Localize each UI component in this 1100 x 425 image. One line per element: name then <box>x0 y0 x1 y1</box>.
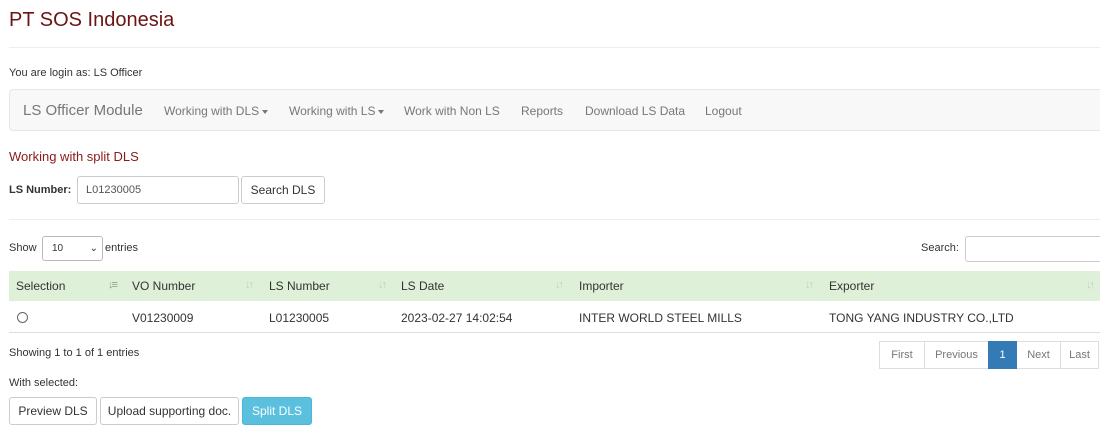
entries-label: entries <box>105 242 139 254</box>
chevron-down-icon: ⌄ <box>89 243 98 254</box>
page-last-button[interactable]: Last <box>1060 341 1099 369</box>
divider <box>9 219 1100 220</box>
cell-importer: INTER WORLD STEEL MILLS <box>579 311 742 325</box>
table-row[interactable]: V01230009 L01230005 2023-02-27 14:02:54 … <box>9 302 1100 333</box>
sort-asc-icon: ↓≡ <box>108 279 118 291</box>
split-dls-button[interactable]: Split DLS <box>242 397 312 425</box>
sort-icon: ↓↑ <box>805 279 814 291</box>
page-first-button[interactable]: First <box>879 341 925 369</box>
cell-ls-date: 2023-02-27 14:02:54 <box>401 311 513 325</box>
login-status: You are login as: LS Officer <box>9 67 143 79</box>
site-title: PT SOS Indonesia <box>9 9 175 31</box>
sort-icon: ↓↑ <box>378 279 387 291</box>
nav-brand[interactable]: LS Officer Module <box>23 102 143 119</box>
column-importer[interactable]: Importer <box>579 271 624 301</box>
nav-working-with-ls[interactable]: Working with LS <box>289 104 385 118</box>
table-search-input[interactable] <box>965 236 1100 262</box>
column-vo-number[interactable]: VO Number <box>132 271 195 301</box>
column-exporter[interactable]: Exporter <box>829 271 874 301</box>
entries-length-value: 10 <box>52 243 64 254</box>
row-select-radio[interactable] <box>17 312 28 323</box>
table-header: Selection ↓≡ VO Number ↓↑ LS Number ↓↑ L… <box>9 271 1100 301</box>
navbar: LS Officer Module Working with DLS Worki… <box>9 89 1100 131</box>
cell-ls-number: L01230005 <box>269 311 330 325</box>
upload-supporting-doc-button[interactable]: Upload supporting doc. <box>100 397 239 425</box>
page-next-button[interactable]: Next <box>1016 341 1061 369</box>
with-selected-label: With selected: <box>9 377 79 389</box>
column-selection[interactable]: Selection <box>16 271 65 301</box>
ls-number-input[interactable] <box>77 176 239 204</box>
search-dls-button[interactable]: Search DLS <box>241 176 325 204</box>
sort-icon: ↓↑ <box>245 279 254 291</box>
sort-icon: ↓↑ <box>1086 279 1095 291</box>
nav-logout[interactable]: Logout <box>705 104 742 118</box>
column-ls-date[interactable]: LS Date <box>401 271 444 301</box>
cell-exporter: TONG YANG INDUSTRY CO.,LTD <box>829 311 1014 325</box>
page-1-button[interactable]: 1 <box>988 341 1017 369</box>
show-label: Show <box>9 242 37 254</box>
sort-icon: ↓↑ <box>555 279 564 291</box>
table-search-label: Search: <box>921 242 959 254</box>
caret-down-icon <box>378 109 385 114</box>
nav-reports[interactable]: Reports <box>521 104 563 118</box>
nav-working-with-dls[interactable]: Working with DLS <box>164 104 269 118</box>
caret-down-icon <box>262 109 269 114</box>
entries-length-select[interactable]: 10 ⌄ <box>42 236 103 261</box>
page-previous-button[interactable]: Previous <box>924 341 989 369</box>
table-info: Showing 1 to 1 of 1 entries <box>9 347 140 359</box>
divider <box>9 47 1100 48</box>
preview-dls-button[interactable]: Preview DLS <box>9 397 97 425</box>
nav-download-ls-data[interactable]: Download LS Data <box>585 104 685 118</box>
section-title: Working with split DLS <box>9 149 139 164</box>
cell-vo-number: V01230009 <box>132 311 194 325</box>
column-ls-number[interactable]: LS Number <box>269 271 330 301</box>
ls-number-label: LS Number: <box>9 184 72 196</box>
nav-work-with-non-ls[interactable]: Work with Non LS <box>404 104 500 118</box>
